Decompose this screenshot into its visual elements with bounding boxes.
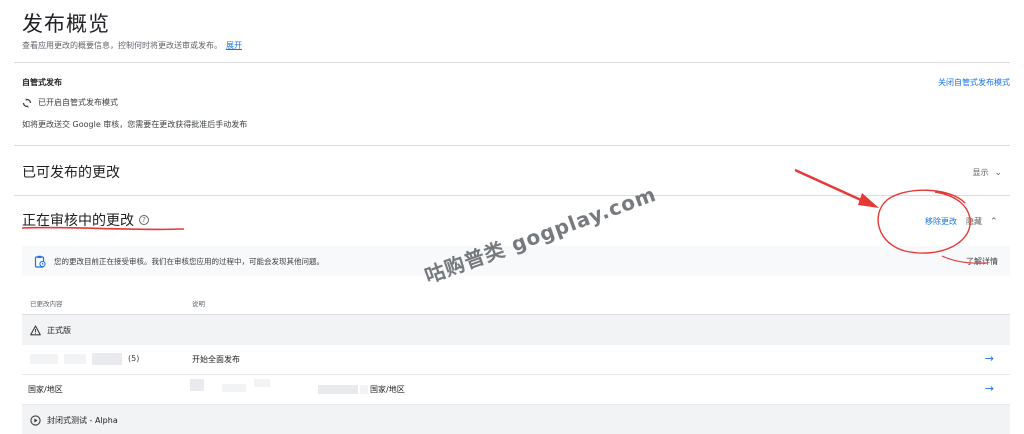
- divider: [14, 195, 1010, 196]
- expand-link[interactable]: 展开: [226, 41, 242, 50]
- redacted-item: [318, 385, 358, 394]
- divider: [14, 145, 1010, 146]
- chevron-down-icon: ⌄: [994, 167, 1002, 178]
- redacted-item: [190, 379, 204, 391]
- in-review-title: 正在审核中的更改 ?: [22, 210, 149, 230]
- group-closed-testing: 封闭式测试 - Alpha: [22, 405, 1010, 434]
- column-header-description: 说明: [192, 300, 205, 308]
- help-icon[interactable]: ?: [139, 215, 149, 225]
- table-row[interactable]: (5) 开始全面发布 →: [22, 345, 1010, 375]
- redacted-item: [254, 379, 270, 387]
- ready-changes-title-text: 已可发布的更改: [22, 165, 120, 181]
- redacted-item: [360, 385, 368, 394]
- page-title: 发布概览: [22, 12, 110, 36]
- turn-off-managed-publishing-link[interactable]: 关闭自管式发布模式: [938, 77, 1010, 88]
- page-header: 发布概览: [22, 8, 110, 38]
- in-review-title-text: 正在审核中的更改: [22, 213, 134, 229]
- group-production: 正式版: [22, 315, 1010, 345]
- redacted-item: [222, 384, 246, 392]
- table-row[interactable]: 国家/地区 国家/地区 →: [22, 375, 1010, 405]
- play-circle-icon: [30, 414, 41, 426]
- managed-publishing-status-label: 已开启自管式发布模式: [38, 98, 118, 107]
- redacted-item: [30, 354, 58, 364]
- group-production-label: 正式版: [47, 325, 71, 335]
- row-item: 国家/地区: [28, 385, 63, 394]
- sync-icon: [22, 97, 32, 108]
- row-description-suffix: 国家/地区: [370, 385, 405, 394]
- warning-icon: [30, 324, 41, 335]
- page-subtitle: 查看应用更改的概要信息，控制何时将更改送审或发布。 展开: [22, 40, 242, 51]
- ready-changes-title: 已可发布的更改: [22, 162, 120, 182]
- show-label: 显示: [972, 168, 989, 177]
- remove-changes-link[interactable]: 移除更改: [925, 216, 957, 227]
- group-closed-testing-label: 封闭式测试 - Alpha: [47, 415, 118, 425]
- learn-more-link[interactable]: 了解详情: [966, 256, 998, 267]
- redacted-item: [64, 354, 86, 364]
- annotation-arrow: [794, 168, 873, 207]
- hide-label: 隐藏: [966, 217, 982, 226]
- arrow-right-icon[interactable]: →: [985, 352, 994, 365]
- managed-publishing-description: 如将更改送交 Google 审核，您需要在更改获得批准后手动发布: [22, 120, 248, 129]
- managed-publishing-title: 自管式发布: [22, 78, 62, 87]
- ready-changes-show-toggle[interactable]: 显示 ⌄: [972, 167, 1002, 178]
- chevron-up-icon: ⌃: [990, 216, 998, 227]
- redacted-item: [92, 353, 122, 365]
- column-header-changed: 已更改内容: [30, 300, 63, 308]
- row-description: 开始全面发布: [192, 355, 240, 364]
- divider: [14, 62, 1010, 63]
- page-subtitle-text: 查看应用更改的概要信息，控制何时将更改送审或发布。: [22, 41, 222, 50]
- arrow-right-icon[interactable]: →: [985, 382, 994, 395]
- managed-publishing-status: 已开启自管式发布模式: [22, 97, 118, 108]
- clipboard-clock-icon: [34, 255, 46, 268]
- item-count: (5): [128, 354, 140, 363]
- in-review-hide-toggle[interactable]: 隐藏 ⌃: [966, 216, 998, 227]
